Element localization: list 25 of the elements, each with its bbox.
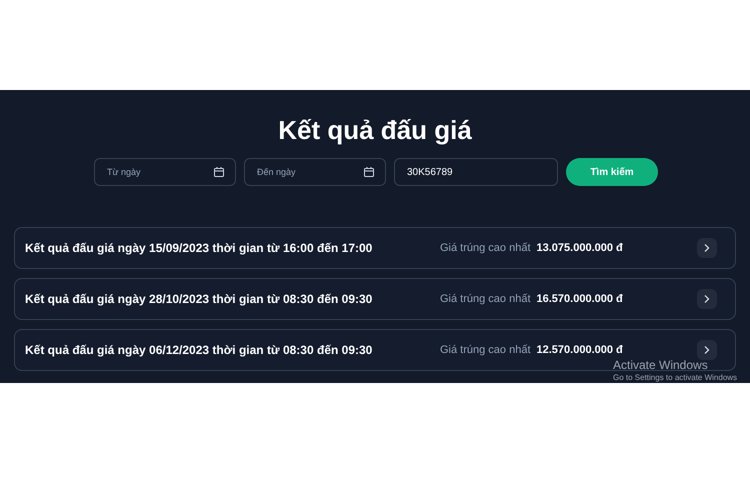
result-title: Kết quả đấu giá ngày 06/12/2023 thời gian từ 08:30 đến 09:30 — [25, 342, 374, 359]
result-card[interactable]: Kết quả đấu giá ngày 28/10/2023 thời gian từ 08:30 đến 09:30 Giá trúng cao nhất 16.570.000.000 đ — [14, 278, 736, 320]
chevron-right-button[interactable] — [697, 340, 717, 360]
result-card[interactable]: Kết quả đấu giá ngày 15/09/2023 thời gian từ 16:00 đến 17:00 Giá trúng cao nhất 13.075.000.000 đ — [14, 227, 736, 269]
chevron-right-icon — [704, 244, 710, 252]
result-title: Kết quả đấu giá ngày 28/10/2023 thời gian từ 08:30 đến 09:30 — [25, 291, 374, 308]
plate-field[interactable]: 30K56789 — [394, 158, 558, 186]
calendar-icon[interactable] — [214, 167, 224, 177]
date-field[interactable]: Đến ngày — [244, 158, 386, 186]
price-label: Giá trúng cao nhất — [440, 292, 531, 307]
result-title: Kết quả đấu giá ngày 15/09/2023 thời gian từ 16:00 đến 17:00 — [25, 240, 374, 257]
activation-subtitle: Go to Settings to activate Windows — [613, 372, 738, 384]
price-label: Giá trúng cao nhất — [440, 342, 531, 358]
chevron-right-button[interactable] — [697, 289, 717, 309]
price-label: Giá trúng cao nhất — [440, 240, 531, 256]
date-field[interactable]: Từ ngày — [94, 158, 236, 186]
calendar-icon[interactable] — [364, 167, 374, 177]
price-value: 13.075.000.000 đ — [536, 240, 623, 256]
chevron-right-icon — [704, 295, 710, 303]
chevron-right-icon — [704, 346, 710, 354]
activation-title: Activate Windows — [613, 358, 709, 372]
chevron-right-button[interactable] — [697, 238, 717, 258]
page-title: Kết quả đấu giá — [277, 114, 473, 147]
price-value: 12.570.000.000 đ — [536, 342, 623, 358]
price-value: 16.570.000.000 đ — [536, 292, 623, 307]
